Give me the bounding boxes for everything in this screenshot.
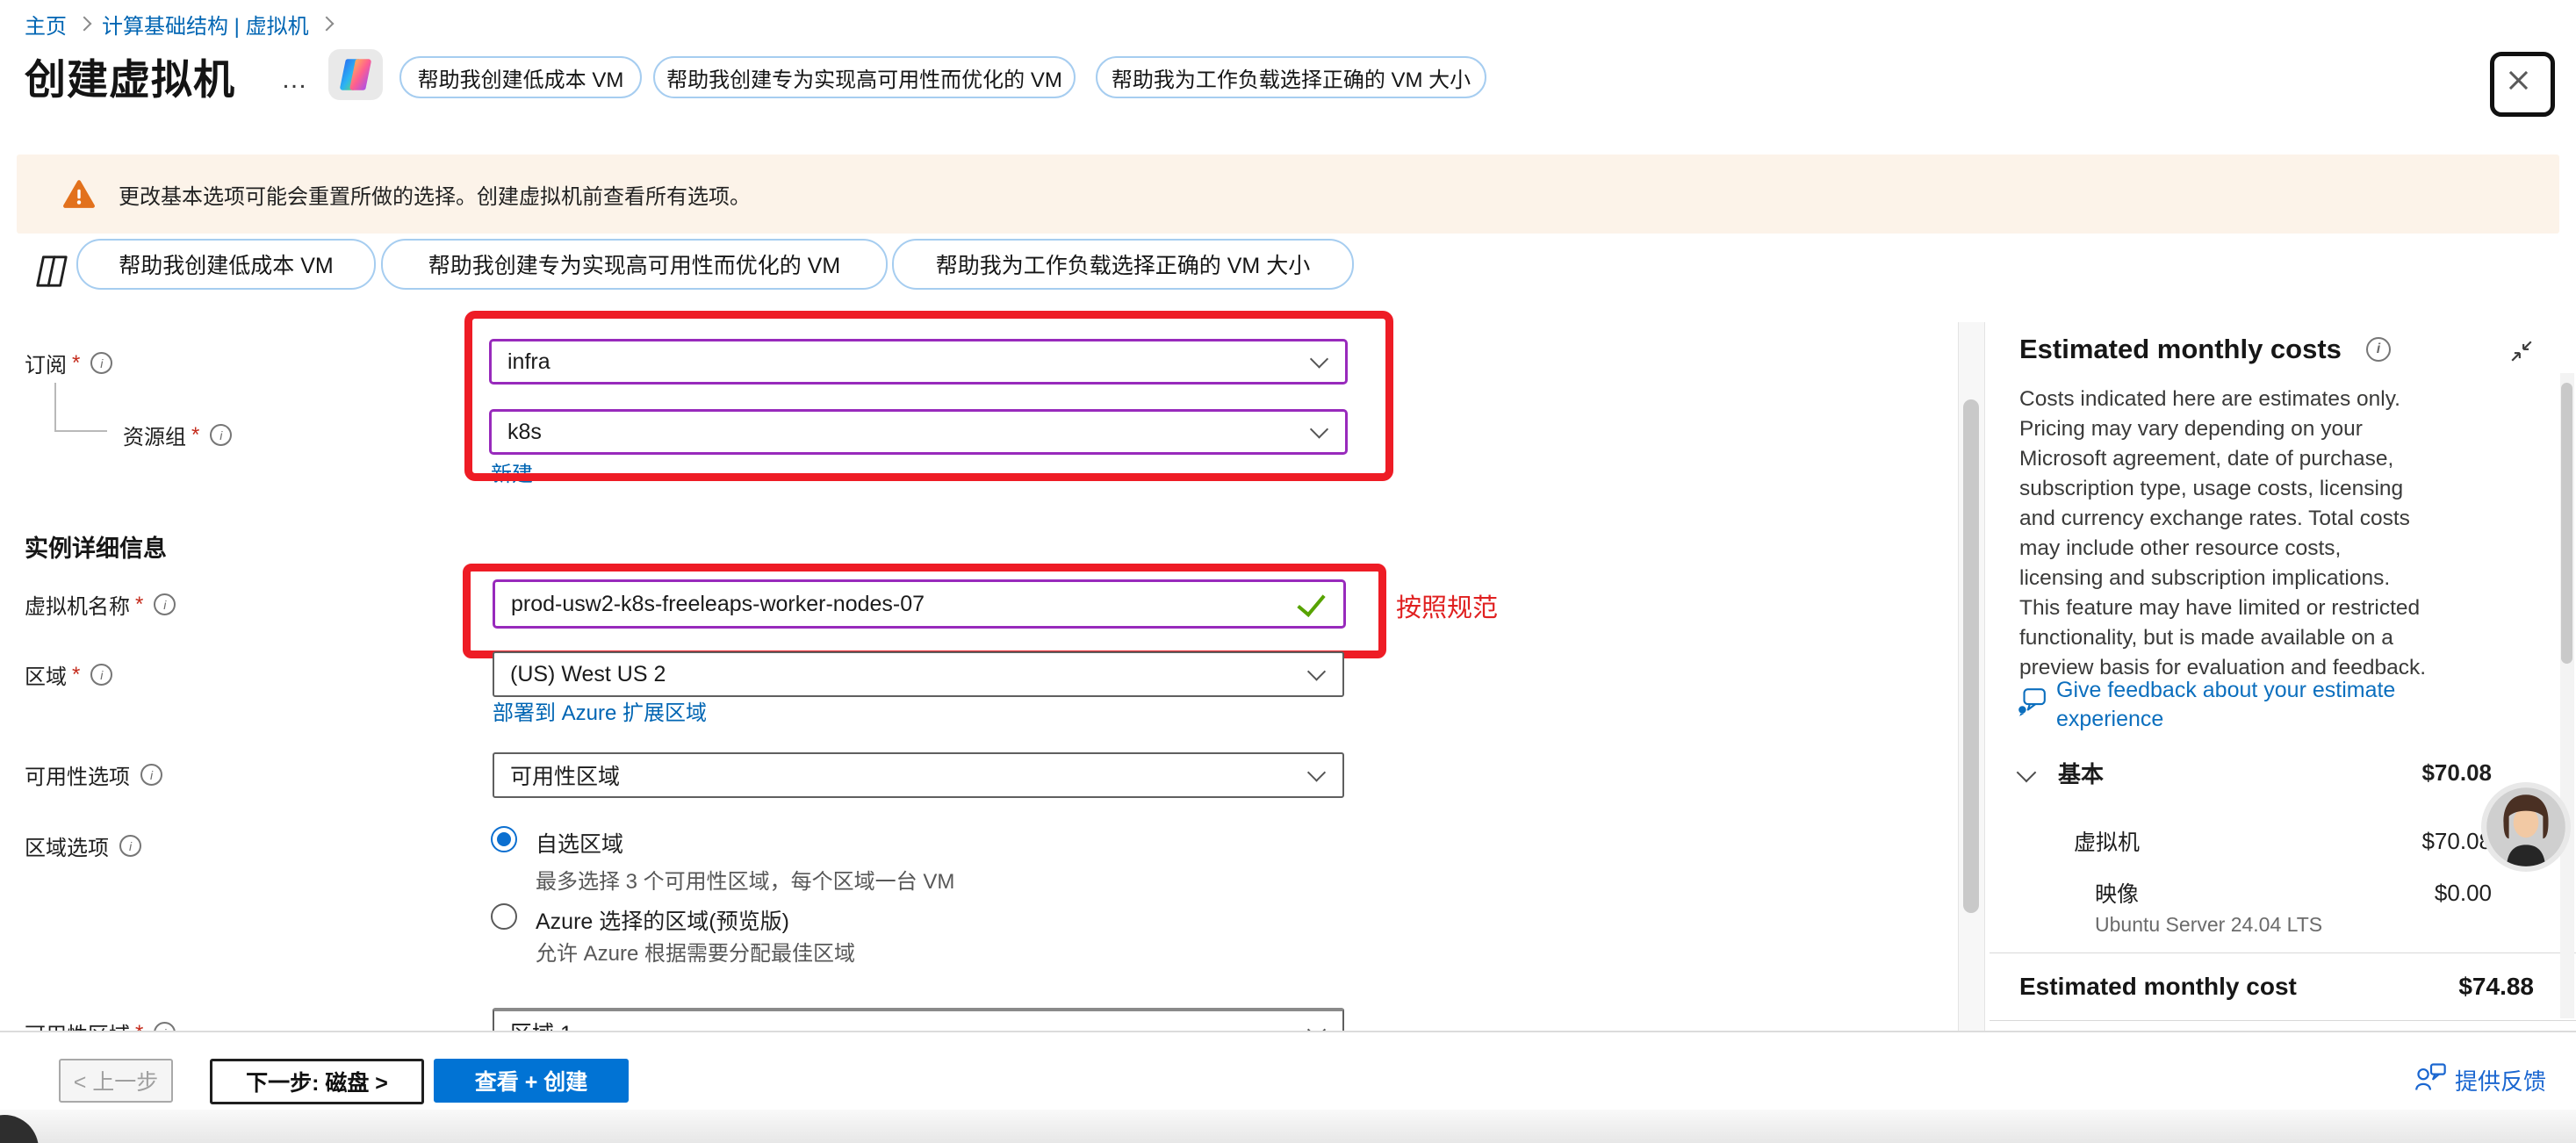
review-create-button[interactable]: 查看 + 创建 — [434, 1059, 629, 1103]
give-feedback-link[interactable]: 提供反馈 — [2455, 1064, 2546, 1096]
info-icon[interactable]: i — [210, 424, 232, 446]
create-new-resource-group-link[interactable]: 新建 — [491, 456, 533, 487]
previous-button[interactable]: < 上一步 — [59, 1059, 173, 1103]
cost-row-label: 映像 — [2095, 877, 2139, 909]
feedback-bubbles-icon — [2016, 687, 2047, 718]
subscription-value: infra — [507, 349, 550, 375]
region-dropdown[interactable]: (US) West US 2 — [493, 651, 1344, 697]
assist-low-cost-vm-button[interactable]: 帮助我创建低成本 VM — [76, 239, 376, 290]
field-connector-line — [54, 383, 56, 432]
assist-right-vm-size-button[interactable]: 帮助我为工作负载选择正确的 VM 大小 — [1096, 56, 1486, 98]
next-disks-button[interactable]: 下一步: 磁盘 > — [210, 1059, 424, 1104]
info-icon[interactable]: i — [90, 352, 112, 374]
cost-total-row: Estimated monthly cost $74.88 — [2019, 968, 2534, 1005]
info-icon[interactable]: i — [140, 764, 162, 786]
warning-text: 更改基本选项可能会重置所做的选择。创建虚拟机前查看所有选项。 — [119, 179, 751, 210]
more-menu-button[interactable]: … — [281, 65, 310, 95]
cost-row-vm: 虚拟机 $70.08 — [2074, 826, 2492, 856]
resource-group-label: 资源组* i — [123, 420, 232, 450]
warning-banner: 更改基本选项可能会重置所做的选择。创建虚拟机前查看所有选项。 — [17, 155, 2559, 234]
cost-total-label: Estimated monthly cost — [2019, 973, 2297, 1001]
chevron-down-icon — [1307, 763, 1326, 781]
chevron-down-icon — [1310, 349, 1328, 368]
azure-selected-zones-radio-description: 允许 Azure 根据需要分配最佳区域 — [536, 936, 855, 967]
deploy-extended-zones-link[interactable]: 部署到 Azure 扩展区域 — [493, 695, 707, 726]
vm-name-value: prod-usw2-k8s-freeleaps-worker-nodes-07 — [511, 592, 925, 617]
cost-row-sub-label: Ubuntu Server 24.04 LTS — [2095, 913, 2322, 937]
breadcrumb: 主页 计算基础结构 | 虚拟机 — [25, 9, 344, 40]
copilot-outline-icon — [32, 253, 72, 290]
zone-options-label: 区域选项 i — [25, 830, 141, 861]
breadcrumb-home-link[interactable]: 主页 — [25, 9, 67, 40]
user-avatar[interactable] — [2481, 782, 2571, 872]
self-selected-zones-radio-description: 最多选择 3 个可用性区域，每个区域一台 VM — [536, 864, 954, 895]
self-selected-zones-radio-label: 自选区域 — [536, 827, 623, 859]
region-value: (US) West US 2 — [510, 662, 666, 687]
availability-options-label: 可用性选项 i — [25, 759, 162, 790]
availability-options-dropdown[interactable]: 可用性区域 — [493, 752, 1344, 798]
valid-check-icon — [1297, 587, 1325, 617]
chevron-right-icon — [77, 16, 92, 31]
azure-selected-zones-radio-label: Azure 选择的区域(预览版) — [536, 904, 789, 936]
panel-divider — [1990, 1020, 2576, 1021]
cost-group-row: 基本 $70.08 — [2019, 757, 2492, 788]
resource-group-value: k8s — [507, 420, 542, 445]
panel-scrollbar-track[interactable] — [2560, 373, 2574, 1018]
self-selected-zones-radio[interactable] — [491, 826, 517, 852]
main-scrollbar-track[interactable] — [1958, 322, 1985, 1031]
annotation-box-subscription — [464, 311, 1393, 481]
assist-high-availability-vm-button[interactable]: 帮助我创建专为实现高可用性而优化的 VM — [381, 239, 888, 290]
panel-scrollbar-thumb[interactable] — [2561, 383, 2572, 664]
collapse-group-chevron-icon[interactable] — [2017, 763, 2037, 783]
info-icon[interactable]: i — [119, 835, 141, 857]
availability-options-value: 可用性区域 — [510, 759, 620, 791]
main-scrollbar-thumb[interactable] — [1963, 399, 1979, 913]
vm-name-label: 虚拟机名称* i — [25, 589, 176, 620]
collapse-panel-icon[interactable] — [2509, 339, 2534, 363]
chevron-down-icon — [1307, 662, 1326, 680]
instance-details-heading: 实例详细信息 — [25, 529, 167, 564]
cost-row-amount: $0.00 — [2435, 880, 2492, 907]
cost-row-image: 映像 $0.00 — [2095, 878, 2492, 908]
panel-divider — [1990, 952, 2576, 953]
subscription-label: 订阅* i — [25, 348, 112, 378]
resource-group-dropdown[interactable]: k8s — [489, 409, 1348, 455]
estimate-feedback-link[interactable]: Give feedback about your estimate experi… — [2056, 676, 2451, 734]
required-asterisk: * — [191, 423, 199, 448]
cost-group-label: 基本 — [2058, 757, 2104, 789]
info-icon[interactable]: i — [154, 593, 176, 615]
warning-icon — [62, 179, 96, 209]
footer-bar: < 上一步 下一步: 磁盘 > 查看 + 创建 提供反馈 — [0, 1031, 2576, 1110]
subscription-dropdown[interactable]: infra — [489, 339, 1348, 385]
azure-selected-zones-radio[interactable] — [491, 903, 517, 930]
page-title: 创建虚拟机 — [25, 46, 235, 106]
breadcrumb-vm-link[interactable]: 计算基础结构 | 虚拟机 — [102, 9, 309, 40]
required-asterisk: * — [135, 593, 143, 617]
annotation-text: 按照规范 — [1396, 587, 1498, 624]
chevron-down-icon — [1310, 420, 1328, 438]
cost-disclaimer-text: Costs indicated here are estimates only.… — [2019, 385, 2430, 683]
copilot-icon — [337, 58, 374, 91]
required-asterisk: * — [72, 663, 80, 687]
region-label: 区域* i — [25, 659, 112, 690]
info-icon[interactable]: i — [2366, 337, 2391, 362]
cost-total-amount: $74.88 — [2458, 973, 2534, 1001]
page-background — [0, 1108, 2576, 1143]
assist-low-cost-vm-button[interactable]: 帮助我创建低成本 VM — [399, 56, 642, 98]
cost-panel-title: Estimated monthly costs i — [2019, 334, 2391, 365]
create-vm-blade: 主页 计算基础结构 | 虚拟机 创建虚拟机 … 帮助我创建低成本 VM 帮助我创… — [0, 0, 2576, 1143]
required-asterisk: * — [72, 351, 80, 376]
copilot-button[interactable] — [328, 49, 383, 100]
feedback-person-icon — [2414, 1062, 2448, 1092]
vm-name-input[interactable]: prod-usw2-k8s-freeleaps-worker-nodes-07 — [493, 579, 1346, 629]
info-icon[interactable]: i — [90, 664, 112, 686]
chevron-right-icon — [319, 16, 334, 31]
cost-row-label: 虚拟机 — [2074, 825, 2140, 857]
field-connector-line — [54, 430, 107, 432]
assist-right-vm-size-button[interactable]: 帮助我为工作负载选择正确的 VM 大小 — [892, 239, 1354, 290]
assist-high-availability-vm-button[interactable]: 帮助我创建专为实现高可用性而优化的 VM — [653, 56, 1076, 98]
close-button[interactable] — [2490, 52, 2555, 117]
